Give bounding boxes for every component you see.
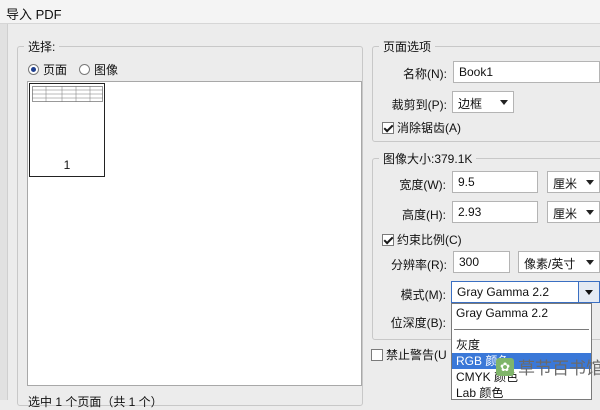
- chevron-down-icon: [500, 100, 508, 105]
- mode-select-value: Gray Gamma 2.2: [457, 285, 550, 299]
- chevron-down-icon[interactable]: [578, 282, 599, 302]
- radio-image-dot[interactable]: [79, 64, 90, 75]
- constrain-check-icon[interactable]: [382, 233, 394, 246]
- mode-select[interactable]: Gray Gamma 2.2: [451, 281, 600, 303]
- chevron-down-icon: [586, 260, 594, 265]
- leaf-icon: ✿: [496, 357, 514, 376]
- watermark-text: 草节百书馆: [518, 359, 600, 378]
- suppress-warnings-label: 禁止警告(U: [386, 348, 447, 362]
- depth-label: 位深度(B):: [390, 316, 446, 330]
- select-group-legend: 选择:: [28, 40, 56, 54]
- resolution-unit-value: 像素/英寸: [524, 257, 576, 271]
- mode-option-grayscale[interactable]: 灰度: [452, 337, 591, 353]
- suppress-warnings-check-icon[interactable]: [371, 348, 383, 361]
- radio-image-label: 图像: [94, 63, 119, 77]
- name-label: 名称(N):: [403, 67, 447, 81]
- name-input[interactable]: Book1: [453, 61, 600, 83]
- chevron-down-icon: [586, 210, 594, 215]
- width-unit-select[interactable]: 厘米: [547, 171, 600, 193]
- height-unit-value: 厘米: [553, 207, 578, 221]
- height-label: 高度(H):: [402, 208, 446, 222]
- antialias-check-icon[interactable]: [382, 121, 394, 134]
- radio-page-dot[interactable]: [28, 64, 39, 75]
- crop-select-value: 边框: [458, 97, 483, 111]
- constrain-label: 约束比例(C): [397, 233, 462, 247]
- width-label: 宽度(W):: [399, 178, 446, 192]
- background-window-edge: [0, 24, 8, 400]
- title-bar: 导入 PDF: [0, 0, 600, 24]
- width-unit-value: 厘米: [553, 177, 578, 191]
- height-unit-select[interactable]: 厘米: [547, 201, 600, 223]
- window-title: 导入 PDF: [6, 7, 62, 22]
- radio-page[interactable]: 页面: [28, 61, 67, 78]
- page-thumbnail[interactable]: 1: [29, 83, 105, 177]
- height-input[interactable]: 2.93: [452, 201, 538, 223]
- crop-select[interactable]: 边框: [452, 91, 514, 113]
- mode-option-lab[interactable]: Lab 颜色: [452, 385, 591, 399]
- crop-label: 裁剪到(P):: [391, 98, 447, 112]
- width-input[interactable]: 9.5: [452, 171, 538, 193]
- mode-label: 模式(M):: [400, 288, 446, 302]
- resolution-input[interactable]: 300: [453, 251, 510, 273]
- thumbnail-page-number: 1: [63, 158, 71, 172]
- mode-option-gray-gamma[interactable]: Gray Gamma 2.2: [452, 305, 591, 321]
- page-options-legend: 页面选项: [383, 40, 432, 54]
- radio-page-label: 页面: [43, 63, 68, 77]
- selection-status: 选中 1 个页面（共 1 个）: [28, 395, 163, 409]
- antialias-label: 消除锯齿(A): [397, 121, 461, 135]
- antialias-checkbox[interactable]: 消除锯齿(A): [382, 119, 461, 136]
- mode-dropdown-list[interactable]: Gray Gamma 2.2 灰度 RGB 颜色 CMYK 颜色 Lab 颜色: [451, 303, 592, 400]
- constrain-checkbox[interactable]: 约束比例(C): [382, 231, 462, 248]
- thumbnail-table-graphic: [32, 86, 103, 102]
- resolution-unit-select[interactable]: 像素/英寸: [518, 251, 600, 273]
- image-size-legend: 图像大小:379.1K: [383, 152, 473, 166]
- resolution-label: 分辨率(R):: [391, 258, 447, 272]
- watermark: ✿ 草节百书馆: [496, 354, 600, 379]
- radio-image[interactable]: 图像: [79, 61, 118, 78]
- chevron-down-icon: [586, 180, 594, 185]
- suppress-warnings-checkbox[interactable]: 禁止警告(U: [371, 346, 447, 363]
- dropdown-separator: [454, 329, 589, 330]
